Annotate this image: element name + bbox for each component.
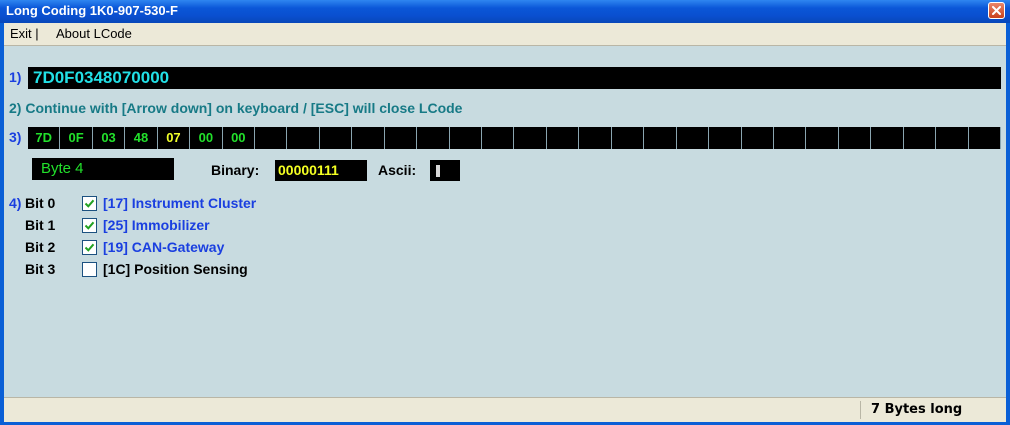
checkmark-icon	[84, 221, 95, 230]
window-title: Long Coding 1K0-907-530-F	[6, 3, 178, 18]
byte-cell-empty[interactable]	[287, 127, 320, 149]
byte-cell-6[interactable]: 00	[223, 127, 256, 149]
close-x-icon	[992, 6, 1001, 15]
byte-cell-1[interactable]: 0F	[60, 127, 93, 149]
lcode-window: Long Coding 1K0-907-530-F Exit | About L…	[0, 0, 1010, 425]
bit-1-checkbox[interactable]	[82, 218, 97, 233]
byte-cell-empty[interactable]	[742, 127, 774, 149]
byte-cell-empty[interactable]	[904, 127, 937, 149]
byte-cell-empty[interactable]	[839, 127, 872, 149]
bit-2-checkbox[interactable]	[82, 240, 97, 255]
bit-row-3: Bit 3 [1C] Position Sensing	[4, 261, 404, 281]
byte-cell-3[interactable]: 48	[125, 127, 158, 149]
ascii-label: Ascii:	[378, 162, 417, 178]
byte-cell-empty[interactable]	[515, 127, 547, 149]
byte-cell-empty[interactable]	[482, 127, 515, 149]
bit-number: Bit 3	[25, 261, 56, 277]
step2-instruction: 2) Continue with [Arrow down] on keyboar…	[9, 100, 463, 116]
byte-cell-empty[interactable]	[969, 127, 1001, 149]
bit-row-0: Bit 0 [17] Instrument Cluster	[4, 195, 404, 215]
byte-cell-empty[interactable]	[417, 127, 450, 149]
byte-cell-4[interactable]: 07	[158, 127, 191, 149]
ascii-cursor	[436, 165, 440, 177]
byte-cell-empty[interactable]	[709, 127, 742, 149]
byte-cell-empty[interactable]	[579, 127, 612, 149]
byte-grid: 7D 0F 03 48 07 00 00	[28, 127, 1001, 149]
bit-row-1: Bit 1 [25] Immobilizer	[4, 217, 404, 237]
bit-row-2: Bit 2 [19] CAN-Gateway	[4, 239, 404, 259]
selected-byte-label: Byte 4	[32, 158, 174, 180]
title-bar[interactable]: Long Coding 1K0-907-530-F	[0, 0, 1010, 23]
byte-cell-empty[interactable]	[806, 127, 839, 149]
binary-value-field: 00000111	[275, 160, 367, 181]
bit-2-description: [19] CAN-Gateway	[103, 239, 225, 255]
menu-about[interactable]: About LCode	[56, 26, 132, 41]
byte-cell-empty[interactable]	[450, 127, 483, 149]
byte-cell-empty[interactable]	[547, 127, 580, 149]
byte-cell-empty[interactable]	[352, 127, 385, 149]
menu-exit[interactable]: Exit |	[10, 26, 39, 41]
byte-cell-empty[interactable]	[644, 127, 677, 149]
bit-3-description: [1C] Position Sensing	[103, 261, 248, 277]
status-bar: 7 Bytes long	[4, 397, 1006, 422]
byte-cell-5[interactable]: 00	[190, 127, 223, 149]
byte-cell-empty[interactable]	[612, 127, 645, 149]
binary-label: Binary:	[211, 162, 260, 178]
byte-cell-empty[interactable]	[677, 127, 710, 149]
client-area: Exit | About LCode 1) 7D0F0348070000 2) …	[4, 23, 1006, 422]
bit-0-checkbox[interactable]	[82, 196, 97, 211]
bit-number: Bit 0	[25, 195, 56, 211]
checkmark-icon	[84, 199, 95, 208]
bit-number: Bit 2	[25, 239, 56, 255]
step3-label: 3)	[9, 129, 22, 145]
bit-1-description: [25] Immobilizer	[103, 217, 210, 233]
byte-cell-empty[interactable]	[871, 127, 904, 149]
byte-cell-empty[interactable]	[320, 127, 353, 149]
byte-cell-0[interactable]: 7D	[28, 127, 61, 149]
byte-cell-empty[interactable]	[774, 127, 807, 149]
bit-3-checkbox[interactable]	[82, 262, 97, 277]
long-coding-field[interactable]: 7D0F0348070000	[28, 67, 1001, 89]
byte-length-status: 7 Bytes long	[860, 401, 1002, 419]
bit-0-description: [17] Instrument Cluster	[103, 195, 257, 211]
step1-label: 1)	[9, 69, 22, 85]
byte-cell-empty[interactable]	[936, 127, 969, 149]
menu-bar: Exit | About LCode	[4, 23, 1006, 46]
byte-cell-empty[interactable]	[255, 127, 288, 149]
long-coding-value: 7D0F0348070000	[33, 68, 170, 87]
byte-cell-2[interactable]: 03	[93, 127, 126, 149]
bit-number: Bit 1	[25, 217, 56, 233]
ascii-value-field	[430, 160, 460, 181]
byte-cell-empty[interactable]	[385, 127, 418, 149]
close-button[interactable]	[988, 2, 1005, 19]
checkmark-icon	[84, 243, 95, 252]
